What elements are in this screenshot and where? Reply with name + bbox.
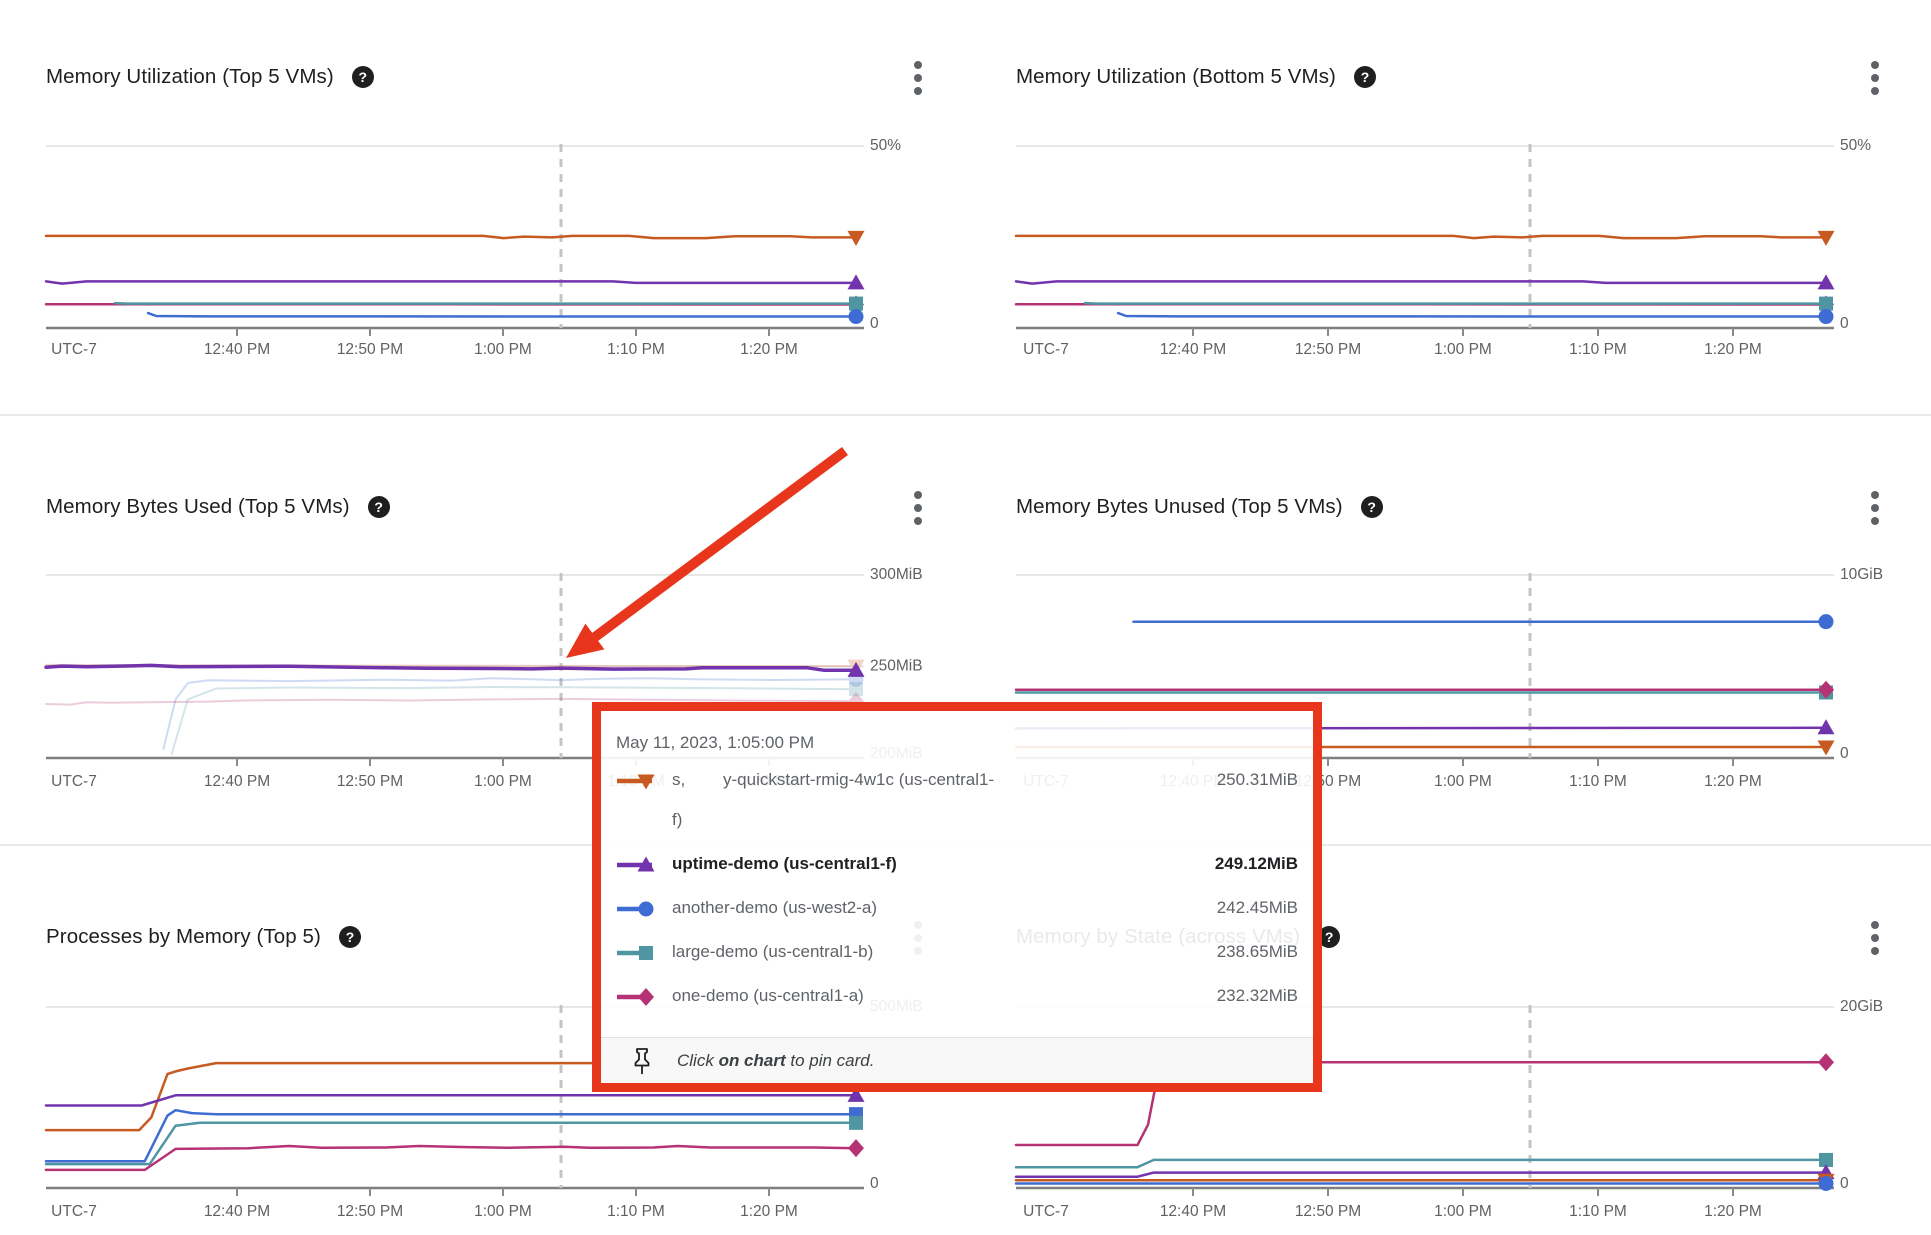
chart-title: Memory Bytes Unused (Top 5 VMs) xyxy=(1016,495,1343,519)
series-state-teal xyxy=(1016,1153,1833,1167)
help-icon[interactable]: ? xyxy=(1354,66,1376,88)
card-header: Processes by Memory (Top 5) ? xyxy=(46,920,361,954)
y-axis-label: 0 xyxy=(1840,745,1849,762)
y-axis-label: 0 xyxy=(870,1175,879,1192)
chart-mem-util-top5[interactable]: 50% 0 UTC-7 12:40 PM 12:50 PM 1:00 PM 1:10 PM 1… xyxy=(46,137,901,358)
more-options-kebab-icon[interactable] xyxy=(906,490,930,526)
x-axis-label: 1:10 PM xyxy=(607,1203,665,1220)
chart-title: Memory Utilization (Top 5 VMs) xyxy=(46,65,334,89)
series-end-marker xyxy=(849,297,863,311)
series-end-marker xyxy=(1819,614,1834,629)
series-large-demo (us-central1-b) xyxy=(1085,297,1833,311)
x-axis-label: 12:50 PM xyxy=(1295,341,1361,358)
x-axis-label: 12:40 PM xyxy=(1160,1203,1226,1220)
y-axis-label: 0 xyxy=(1840,1175,1849,1192)
y-axis-label: 10GiB xyxy=(1840,566,1883,583)
x-axis-label: 1:00 PM xyxy=(1434,773,1492,790)
series-uptime-demo (us-central1-f) xyxy=(1016,274,1835,289)
x-axis-label: 12:50 PM xyxy=(337,341,403,358)
y-axis-label: 50% xyxy=(1840,137,1871,154)
chart-title: Memory Bytes Used (Top 5 VMs) xyxy=(46,495,350,519)
y-axis-label: 300MiB xyxy=(870,566,923,583)
x-axis-label: 1:20 PM xyxy=(740,341,798,358)
x-axis-label: 12:40 PM xyxy=(204,341,270,358)
series-end-marker xyxy=(1819,309,1834,324)
series-end-marker xyxy=(1819,297,1833,311)
x-axis-label: 1:20 PM xyxy=(1704,1203,1762,1220)
series-another-demo (us-west2-a) xyxy=(148,309,863,324)
series-process-pink xyxy=(46,1139,864,1170)
x-axis-label: 1:00 PM xyxy=(474,773,532,790)
x-axis-label: 1:10 PM xyxy=(1569,1203,1627,1220)
series-end-marker xyxy=(848,1139,864,1157)
help-icon[interactable]: ? xyxy=(368,496,390,518)
x-axis-label: UTC-7 xyxy=(1023,1203,1069,1220)
x-axis-label: UTC-7 xyxy=(51,773,97,790)
y-axis-label: 250MiB xyxy=(870,658,923,675)
series-quickstart-rmig-4w1c (us-central1-f) xyxy=(1016,231,1835,246)
x-axis-label: 1:10 PM xyxy=(1569,341,1627,358)
chart-title: Processes by Memory (Top 5) xyxy=(46,925,321,949)
x-axis-label: 1:20 PM xyxy=(1704,773,1762,790)
x-axis-label: UTC-7 xyxy=(1023,341,1069,358)
card-header: Memory Utilization (Top 5 VMs) ? xyxy=(46,60,374,94)
chart-mem-util-bottom5[interactable]: 50% 0 UTC-7 12:40 PM 12:50 PM 1:00 PM 1:10 PM 1… xyxy=(1016,137,1871,358)
x-axis-label: 12:40 PM xyxy=(1160,341,1226,358)
series-quickstart-rmig-4w1c (us-central1-f) xyxy=(46,231,865,246)
more-options-kebab-icon[interactable] xyxy=(1863,490,1887,526)
x-axis-label: 1:00 PM xyxy=(1434,1203,1492,1220)
series-another-demo (us-west2-a) xyxy=(1118,309,1833,324)
chart-title: Memory Utilization (Bottom 5 VMs) xyxy=(1016,65,1336,89)
x-axis-label: 12:40 PM xyxy=(204,1203,270,1220)
monitoring-dashboard: { "icons": { "help": "?" }, "annotation"… xyxy=(0,0,1931,1235)
series-one-demo (us-central1-a) xyxy=(1016,681,1834,699)
series-end-marker xyxy=(849,1116,863,1130)
series-end-marker xyxy=(849,309,864,324)
series-uptime-demo (us-central1-f) xyxy=(46,274,865,289)
series-end-marker xyxy=(1818,1053,1834,1071)
y-axis-label: 0 xyxy=(1840,315,1849,332)
x-axis-label: 12:50 PM xyxy=(337,1203,403,1220)
x-axis-label: 12:50 PM xyxy=(1295,1203,1361,1220)
x-axis-label: 1:10 PM xyxy=(1569,773,1627,790)
x-axis-label: 12:40 PM xyxy=(204,773,270,790)
y-axis-label: 20GiB xyxy=(1840,998,1883,1015)
x-axis-label: 1:00 PM xyxy=(474,1203,532,1220)
series-another-demo (us-west2-a) xyxy=(1134,614,1834,629)
more-options-kebab-icon[interactable] xyxy=(1863,920,1887,956)
annotation-highlight-box xyxy=(592,702,1322,1092)
series-uptime-demo (us-central1-f) xyxy=(46,662,865,677)
card-header: Memory Bytes Used (Top 5 VMs) ? xyxy=(46,490,390,524)
series-large-demo (us-central1-b) xyxy=(1016,685,1833,699)
x-axis-label: UTC-7 xyxy=(51,1203,97,1220)
x-axis-label: 1:20 PM xyxy=(740,1203,798,1220)
x-axis-label: 1:20 PM xyxy=(1704,341,1762,358)
series-large-demo (us-central1-b) xyxy=(115,297,863,311)
y-axis-label: 50% xyxy=(870,137,901,154)
x-axis-label: 12:50 PM xyxy=(337,773,403,790)
help-icon[interactable]: ? xyxy=(352,66,374,88)
more-options-kebab-icon[interactable] xyxy=(906,60,930,96)
card-header: Memory Utilization (Bottom 5 VMs) ? xyxy=(1016,60,1376,94)
x-axis-label: 1:00 PM xyxy=(474,341,532,358)
x-axis-label: 1:10 PM xyxy=(607,341,665,358)
series-end-marker xyxy=(1819,1176,1834,1191)
card-header: Memory Bytes Unused (Top 5 VMs) ? xyxy=(1016,490,1383,524)
series-process-teal xyxy=(46,1116,863,1164)
more-options-kebab-icon[interactable] xyxy=(1863,60,1887,96)
help-icon[interactable]: ? xyxy=(339,926,361,948)
help-icon[interactable]: ? xyxy=(1361,496,1383,518)
y-axis-label: 0 xyxy=(870,315,879,332)
x-axis-label: UTC-7 xyxy=(51,341,97,358)
x-axis-label: 1:00 PM xyxy=(1434,341,1492,358)
